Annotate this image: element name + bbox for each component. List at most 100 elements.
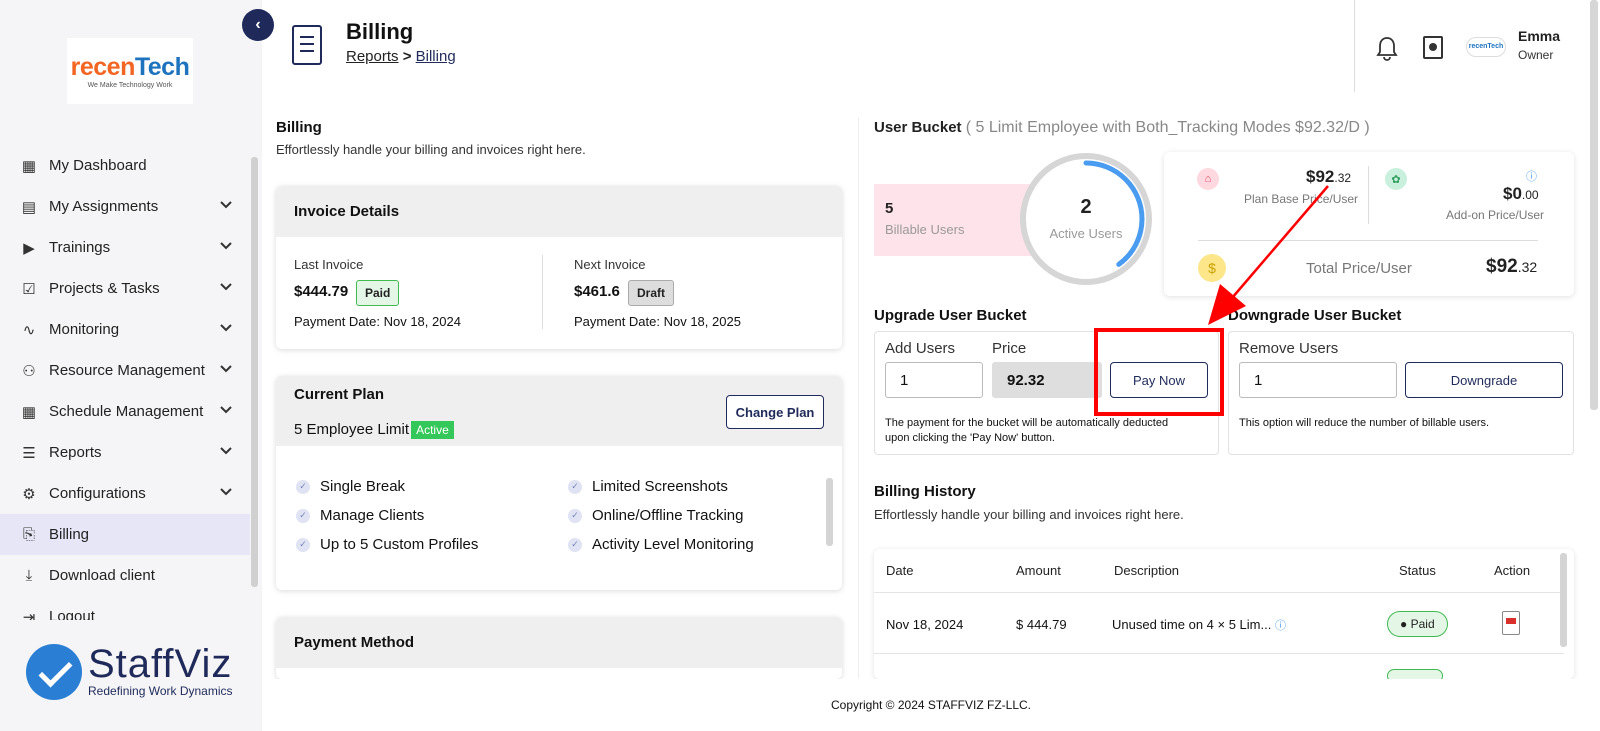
sidebar-item-my-assignments[interactable]: ▤ My Assignments <box>0 186 250 227</box>
company-avatar[interactable]: recenTech <box>1466 37 1506 57</box>
logout-icon: ⇥ <box>22 608 36 621</box>
chevron-down-icon[interactable] <box>220 485 232 499</box>
user-bucket-title: User Bucket <box>874 119 962 136</box>
play-icon: ▶ <box>23 239 35 257</box>
collapse-sidebar-button[interactable]: ‹ <box>242 9 274 41</box>
description-info-icon[interactable]: ⓘ <box>1275 620 1286 632</box>
sidebar-item-label: My Assignments <box>49 198 159 215</box>
pdf-download-icon[interactable] <box>1502 611 1520 635</box>
plan-features-scrollbar[interactable] <box>826 478 833 546</box>
staffviz-mark-icon <box>26 644 82 700</box>
chevron-down-icon[interactable] <box>220 403 232 417</box>
plan-feature: ✓ Activity Level Monitoring <box>568 536 754 553</box>
downgrade-button[interactable]: Downgrade <box>1405 362 1563 398</box>
sidebar-item-projects-tasks[interactable]: ☑ Projects & Tasks <box>0 268 250 309</box>
info-icon[interactable]: ⓘ <box>1526 168 1537 184</box>
table-scrollbar[interactable] <box>1560 553 1567 647</box>
billing-icon: ⎘ <box>22 526 35 543</box>
sidebar-item-label: Logout <box>49 608 95 620</box>
sidebar-item-my-dashboard[interactable]: ▦ My Dashboard <box>0 145 250 186</box>
downgrade-note: This option will reduce the number of bi… <box>1239 417 1490 429</box>
addon-icon: ✿ <box>1385 168 1407 190</box>
billing-subtitle: Effortlessly handle your billing and inv… <box>276 142 586 157</box>
calendar-icon: ▦ <box>21 403 37 421</box>
last-invoice-label: Last Invoice <box>294 257 364 272</box>
sidebar-item-download-client[interactable]: ⤓ Download client <box>0 555 250 596</box>
sidebar-item-resource-management[interactable]: ⚇ Resource Management <box>0 350 250 391</box>
billable-users-count: 5 <box>885 200 894 217</box>
col-status[interactable]: Status <box>1399 563 1436 578</box>
next-invoice-amount: $461.6 <box>574 283 620 300</box>
sidebar-item-label: Configurations <box>49 485 146 502</box>
pay-now-highlight <box>1094 328 1224 416</box>
chevron-down-icon[interactable] <box>220 239 232 253</box>
col-amount[interactable]: Amount <box>1016 563 1061 578</box>
assignments-icon: ▤ <box>21 198 37 216</box>
sidebar: recenTech We Make Technology Work ▦ My Da… <box>0 0 262 731</box>
billable-users-label: Billable Users <box>885 222 965 237</box>
col-date[interactable]: Date <box>886 563 913 578</box>
chevron-down-icon[interactable] <box>220 444 232 458</box>
next-invoice-date: Payment Date: Nov 18, 2025 <box>574 314 741 329</box>
sidebar-item-label: My Dashboard <box>49 157 147 174</box>
sidebar-item-reports[interactable]: ☰ Reports <box>0 432 250 473</box>
plan-active-badge: Active <box>411 421 454 440</box>
guide-book-icon[interactable] <box>1423 36 1443 59</box>
col-action[interactable]: Action <box>1494 563 1530 578</box>
chevron-down-icon[interactable] <box>220 362 232 376</box>
header-divider <box>1354 0 1355 92</box>
user-name[interactable]: Emma <box>1518 28 1560 44</box>
row-status-badge: ● Paid <box>1387 611 1448 637</box>
change-plan-button[interactable]: Change Plan <box>726 395 824 429</box>
check-icon: ✓ <box>568 508 582 523</box>
next-invoice-label: Next Invoice <box>574 257 646 272</box>
sidebar-item-label: Resource Management <box>49 362 205 379</box>
price-input: 92.32 <box>992 362 1102 398</box>
clipboard-icon: ☑ <box>22 280 36 298</box>
invoice-details-title: Invoice Details <box>276 186 842 237</box>
gear-icon: ⚙ <box>22 485 36 503</box>
staffviz-logo: StaffViz Redefining Work Dynamics <box>26 644 233 700</box>
sidebar-item-billing[interactable]: ⎘ Billing <box>0 514 250 555</box>
billing-history-table: Date Amount Description Status Action No… <box>874 549 1574 679</box>
col-description[interactable]: Description <box>1114 563 1179 578</box>
chevron-down-icon[interactable] <box>220 280 232 294</box>
sidebar-item-configurations[interactable]: ⚙ Configurations <box>0 473 250 514</box>
sidebar-item-monitoring[interactable]: ∿ Monitoring <box>0 309 250 350</box>
sidebar-item-trainings[interactable]: ▶ Trainings <box>0 227 250 268</box>
sidebar-item-label: Schedule Management <box>49 403 204 420</box>
bell-icon[interactable] <box>1376 36 1398 68</box>
sidebar-item-label: Download client <box>49 567 155 584</box>
chevron-down-icon[interactable] <box>220 321 232 335</box>
plan-feature: ✓ Manage Clients <box>296 507 424 524</box>
page-scrollbar[interactable] <box>1590 0 1598 410</box>
last-invoice-status-badge: Paid <box>356 280 400 306</box>
download-icon: ⤓ <box>25 567 33 584</box>
sidebar-item-label: Billing <box>49 526 90 543</box>
sidebar-item-schedule-management[interactable]: ▦ Schedule Management <box>0 391 250 432</box>
remove-users-input[interactable]: 1 <box>1239 362 1397 398</box>
user-bucket-heading: User Bucket ( 5 Limit Employee with Both… <box>874 119 1370 137</box>
breadcrumb-reports[interactable]: Reports <box>346 48 399 65</box>
billable-users-box: 5 Billable Users <box>874 184 1034 256</box>
next-invoice-status-badge: Draft <box>628 280 675 306</box>
check-icon: ✓ <box>296 508 310 523</box>
active-users-label: Active Users <box>1049 226 1123 241</box>
breadcrumb-billing[interactable]: Billing <box>416 48 456 65</box>
upgrade-note: The payment for the bucket will be autom… <box>885 417 1169 444</box>
plan-feature: ✓ Up to 5 Custom Profiles <box>296 536 478 553</box>
sidebar-item-logout[interactable]: ⇥ Logout <box>0 596 250 620</box>
chevron-down-icon[interactable] <box>220 198 232 212</box>
add-users-input[interactable]: 1 <box>885 362 983 398</box>
billing-history-title: Billing History <box>874 483 976 500</box>
next-row-status-badge <box>1387 669 1443 679</box>
billing-history-subtitle: Effortlessly handle your billing and inv… <box>874 507 1184 522</box>
addon-price: $0.00 <box>1503 184 1539 203</box>
plan-feature: ✓ Single Break <box>296 478 405 495</box>
sidebar-scrollbar[interactable] <box>251 157 258 587</box>
sidebar-item-label: Trainings <box>49 239 111 256</box>
row-date: Nov 18, 2024 <box>886 617 964 632</box>
footer: Copyright © 2024 STAFFVIZ FZ-LLC. <box>262 679 1600 731</box>
billing-title: Billing <box>276 119 322 136</box>
payment-method-card: Payment Method <box>276 617 842 679</box>
